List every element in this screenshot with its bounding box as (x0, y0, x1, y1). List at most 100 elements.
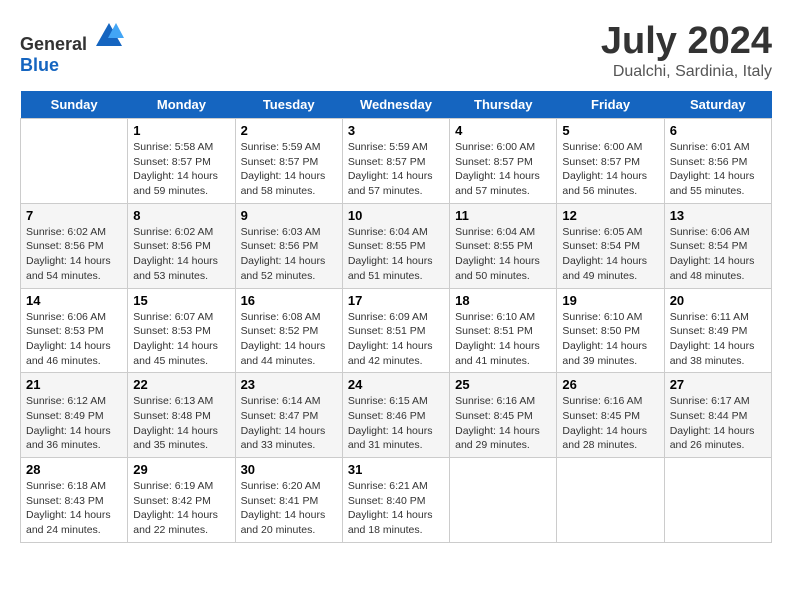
day-info: Sunrise: 6:15 AM Sunset: 8:46 PM Dayligh… (348, 394, 444, 453)
day-info: Sunrise: 6:16 AM Sunset: 8:45 PM Dayligh… (455, 394, 551, 453)
calendar-cell: 16 Sunrise: 6:08 AM Sunset: 8:52 PM Dayli… (235, 288, 342, 373)
day-info: Sunrise: 5:59 AM Sunset: 8:57 PM Dayligh… (241, 140, 337, 199)
calendar-cell: 15 Sunrise: 6:07 AM Sunset: 8:53 PM Dayli… (128, 288, 235, 373)
day-number: 15 (133, 293, 229, 308)
day-number: 22 (133, 377, 229, 392)
day-info: Sunrise: 6:17 AM Sunset: 8:44 PM Dayligh… (670, 394, 766, 453)
day-number: 6 (670, 123, 766, 138)
day-info: Sunrise: 6:19 AM Sunset: 8:42 PM Dayligh… (133, 479, 229, 538)
day-info: Sunrise: 6:03 AM Sunset: 8:56 PM Dayligh… (241, 225, 337, 284)
day-header-friday: Friday (557, 91, 664, 119)
calendar-cell: 30 Sunrise: 6:20 AM Sunset: 8:41 PM Dayli… (235, 458, 342, 543)
day-number: 5 (562, 123, 658, 138)
calendar-cell: 22 Sunrise: 6:13 AM Sunset: 8:48 PM Dayli… (128, 373, 235, 458)
calendar-cell (21, 119, 128, 204)
day-number: 1 (133, 123, 229, 138)
logo-icon (94, 20, 124, 50)
day-info: Sunrise: 6:10 AM Sunset: 8:50 PM Dayligh… (562, 310, 658, 369)
day-info: Sunrise: 6:08 AM Sunset: 8:52 PM Dayligh… (241, 310, 337, 369)
day-number: 31 (348, 462, 444, 477)
day-info: Sunrise: 6:21 AM Sunset: 8:40 PM Dayligh… (348, 479, 444, 538)
day-number: 21 (26, 377, 122, 392)
day-number: 14 (26, 293, 122, 308)
calendar-cell: 19 Sunrise: 6:10 AM Sunset: 8:50 PM Dayli… (557, 288, 664, 373)
day-info: Sunrise: 6:01 AM Sunset: 8:56 PM Dayligh… (670, 140, 766, 199)
calendar-cell: 2 Sunrise: 5:59 AM Sunset: 8:57 PM Daylig… (235, 119, 342, 204)
calendar-cell: 28 Sunrise: 6:18 AM Sunset: 8:43 PM Dayli… (21, 458, 128, 543)
day-header-wednesday: Wednesday (342, 91, 449, 119)
calendar-cell: 4 Sunrise: 6:00 AM Sunset: 8:57 PM Daylig… (450, 119, 557, 204)
logo-text: General Blue (20, 20, 124, 76)
day-number: 10 (348, 208, 444, 223)
week-row-5: 28 Sunrise: 6:18 AM Sunset: 8:43 PM Dayli… (21, 458, 772, 543)
calendar-cell: 24Sunrise: 6:15 AM Sunset: 8:46 PM Dayli… (342, 373, 449, 458)
day-info: Sunrise: 6:06 AM Sunset: 8:54 PM Dayligh… (670, 225, 766, 284)
calendar-cell: 1 Sunrise: 5:58 AM Sunset: 8:57 PM Daylig… (128, 119, 235, 204)
day-header-thursday: Thursday (450, 91, 557, 119)
day-number: 25 (455, 377, 551, 392)
day-number: 13 (670, 208, 766, 223)
main-title: July 2024 (601, 20, 772, 63)
day-number: 20 (670, 293, 766, 308)
calendar-cell: 23 Sunrise: 6:14 AM Sunset: 8:47 PM Dayli… (235, 373, 342, 458)
calendar-cell (450, 458, 557, 543)
day-info: Sunrise: 6:12 AM Sunset: 8:49 PM Dayligh… (26, 394, 122, 453)
day-number: 2 (241, 123, 337, 138)
calendar-cell: 14Sunrise: 6:06 AM Sunset: 8:53 PM Dayli… (21, 288, 128, 373)
calendar-cell: 6 Sunrise: 6:01 AM Sunset: 8:56 PM Daylig… (664, 119, 771, 204)
day-info: Sunrise: 6:02 AM Sunset: 8:56 PM Dayligh… (133, 225, 229, 284)
day-info: Sunrise: 6:09 AM Sunset: 8:51 PM Dayligh… (348, 310, 444, 369)
calendar-cell: 29Sunrise: 6:19 AM Sunset: 8:42 PM Dayli… (128, 458, 235, 543)
day-number: 26 (562, 377, 658, 392)
day-number: 17 (348, 293, 444, 308)
day-number: 16 (241, 293, 337, 308)
calendar-cell (557, 458, 664, 543)
day-info: Sunrise: 6:04 AM Sunset: 8:55 PM Dayligh… (348, 225, 444, 284)
day-info: Sunrise: 6:13 AM Sunset: 8:48 PM Dayligh… (133, 394, 229, 453)
day-number: 8 (133, 208, 229, 223)
day-info: Sunrise: 6:00 AM Sunset: 8:57 PM Dayligh… (562, 140, 658, 199)
day-header-monday: Monday (128, 91, 235, 119)
day-header-sunday: Sunday (21, 91, 128, 119)
day-info: Sunrise: 5:58 AM Sunset: 8:57 PM Dayligh… (133, 140, 229, 199)
calendar-cell: 9 Sunrise: 6:03 AM Sunset: 8:56 PM Daylig… (235, 203, 342, 288)
calendar-cell: 7Sunrise: 6:02 AM Sunset: 8:56 PM Daylig… (21, 203, 128, 288)
day-number: 11 (455, 208, 551, 223)
calendar-cell: 26 Sunrise: 6:16 AM Sunset: 8:45 PM Dayli… (557, 373, 664, 458)
day-number: 18 (455, 293, 551, 308)
day-number: 4 (455, 123, 551, 138)
week-row-3: 14Sunrise: 6:06 AM Sunset: 8:53 PM Dayli… (21, 288, 772, 373)
logo-blue: Blue (20, 55, 59, 75)
calendar-cell: 12Sunrise: 6:05 AM Sunset: 8:54 PM Dayli… (557, 203, 664, 288)
day-info: Sunrise: 6:20 AM Sunset: 8:41 PM Dayligh… (241, 479, 337, 538)
calendar-cell: 11 Sunrise: 6:04 AM Sunset: 8:55 PM Dayli… (450, 203, 557, 288)
calendar-cell: 17 Sunrise: 6:09 AM Sunset: 8:51 PM Dayli… (342, 288, 449, 373)
day-number: 7 (26, 208, 122, 223)
day-info: Sunrise: 6:14 AM Sunset: 8:47 PM Dayligh… (241, 394, 337, 453)
day-number: 9 (241, 208, 337, 223)
day-number: 23 (241, 377, 337, 392)
calendar-cell: 20Sunrise: 6:11 AM Sunset: 8:49 PM Dayli… (664, 288, 771, 373)
day-number: 28 (26, 462, 122, 477)
day-info: Sunrise: 6:04 AM Sunset: 8:55 PM Dayligh… (455, 225, 551, 284)
week-row-1: 1 Sunrise: 5:58 AM Sunset: 8:57 PM Daylig… (21, 119, 772, 204)
day-info: Sunrise: 6:00 AM Sunset: 8:57 PM Dayligh… (455, 140, 551, 199)
week-row-2: 7 Sunrise: 6:02 AM Sunset: 8:56 PM Daylig… (21, 203, 772, 288)
day-number: 30 (241, 462, 337, 477)
calendar-cell: 10 Sunrise: 6:04 AM Sunset: 8:55 PM Dayli… (342, 203, 449, 288)
day-header-row: SundayMondayTuesdayWednesdayThursdayFrid… (21, 91, 772, 119)
day-number: 19 (562, 293, 658, 308)
day-info: Sunrise: 6:16 AM Sunset: 8:45 PM Dayligh… (562, 394, 658, 453)
calendar-cell: 27 Sunrise: 6:17 AM Sunset: 8:44 PM Dayli… (664, 373, 771, 458)
day-info: Sunrise: 5:59 AM Sunset: 8:57 PM Dayligh… (348, 140, 444, 199)
day-number: 12 (562, 208, 658, 223)
page-header: General Blue July 2024 Dualchi, Sardinia… (20, 20, 772, 81)
day-info: Sunrise: 6:18 AM Sunset: 8:43 PM Dayligh… (26, 479, 122, 538)
day-number: 27 (670, 377, 766, 392)
calendar-cell: 13 Sunrise: 6:06 AM Sunset: 8:54 PM Dayli… (664, 203, 771, 288)
day-info: Sunrise: 6:07 AM Sunset: 8:53 PM Dayligh… (133, 310, 229, 369)
day-number: 3 (348, 123, 444, 138)
calendar-cell: 31 Sunrise: 6:21 AM Sunset: 8:40 PM Dayli… (342, 458, 449, 543)
title-area: July 2024 Dualchi, Sardinia, Italy (601, 20, 772, 81)
calendar-cell: 21 Sunrise: 6:12 AM Sunset: 8:49 PM Dayli… (21, 373, 128, 458)
